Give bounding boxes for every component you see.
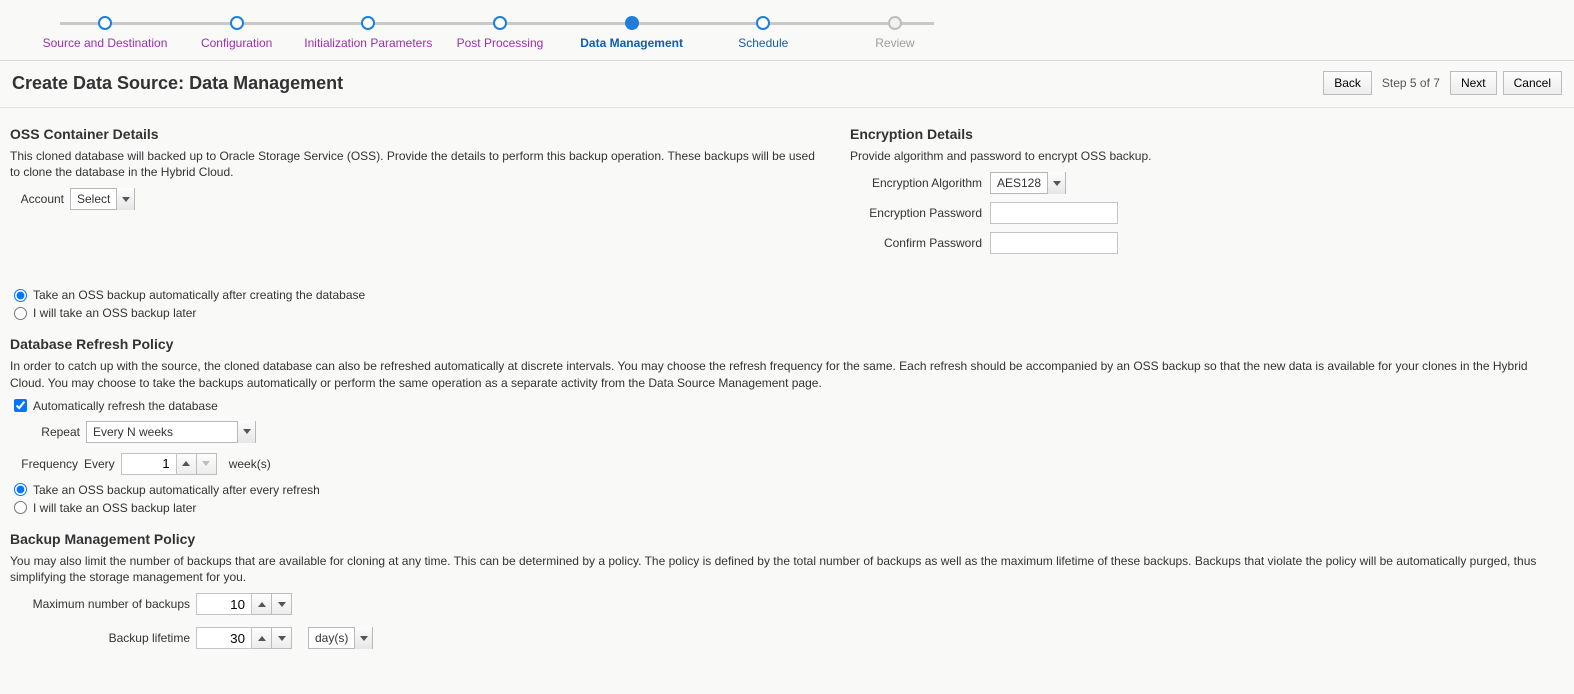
- stepper-down-icon[interactable]: [272, 627, 292, 649]
- radio-label: Take an OSS backup automatically after e…: [33, 483, 320, 497]
- refresh-backup-auto-radio[interactable]: Take an OSS backup automatically after e…: [10, 483, 1564, 497]
- repeat-select[interactable]: Every N weeks: [86, 421, 256, 443]
- wizard-dot-icon: [493, 16, 507, 30]
- max-backups-stepper[interactable]: [196, 593, 292, 615]
- wizard-bar: Source and Destination Configuration Ini…: [0, 0, 1574, 61]
- lifetime-unit-select[interactable]: day(s): [308, 627, 373, 649]
- wizard-step-configuration[interactable]: Configuration: [172, 8, 302, 50]
- wizard-step-review[interactable]: Review: [830, 8, 960, 50]
- enc-password-field[interactable]: [990, 202, 1118, 224]
- max-backups-row: Maximum number of backups: [10, 593, 1564, 615]
- lifetime-input[interactable]: [196, 627, 252, 649]
- repeat-value: Every N weeks: [87, 425, 179, 439]
- next-button[interactable]: Next: [1450, 71, 1497, 95]
- page-header: Create Data Source: Data Management Back…: [0, 61, 1574, 108]
- enc-title: Encryption Details: [850, 126, 1564, 142]
- wizard-dot-icon: [98, 16, 112, 30]
- stepper-up-icon[interactable]: [252, 627, 272, 649]
- lifetime-unit-value: day(s): [309, 631, 354, 645]
- step-indicator: Step 5 of 7: [1382, 76, 1440, 90]
- frequency-stepper[interactable]: [121, 453, 217, 475]
- checkbox-label: Automatically refresh the database: [33, 399, 218, 413]
- enc-algo-select[interactable]: AES128: [990, 172, 1066, 194]
- top-content: OSS Container Details This cloned databa…: [0, 108, 1574, 324]
- wizard-dot-icon: [361, 16, 375, 30]
- radio-input[interactable]: [14, 307, 27, 320]
- refresh-title: Database Refresh Policy: [10, 336, 1564, 352]
- wizard-step-init-params[interactable]: Initialization Parameters: [303, 8, 433, 50]
- wizard-steps: Source and Destination Configuration Ini…: [40, 8, 960, 50]
- header-actions: Back Step 5 of 7 Next Cancel: [1323, 71, 1562, 95]
- enc-algo-value: AES128: [991, 176, 1047, 190]
- refresh-section: Database Refresh Policy In order to catc…: [0, 324, 1574, 514]
- wizard-dot-icon: [756, 16, 770, 30]
- radio-label: I will take an OSS backup later: [33, 501, 196, 515]
- oss-backup-later-radio[interactable]: I will take an OSS backup later: [10, 306, 820, 320]
- stepper-down-icon[interactable]: [197, 453, 217, 475]
- backup-policy-title: Backup Management Policy: [10, 531, 1564, 547]
- enc-algo-label: Encryption Algorithm: [850, 176, 990, 190]
- radio-label: I will take an OSS backup later: [33, 306, 196, 320]
- account-select[interactable]: Select: [70, 188, 135, 210]
- wizard-step-data-management[interactable]: Data Management: [567, 8, 697, 50]
- account-label: Account: [10, 192, 64, 206]
- stepper-up-icon[interactable]: [252, 593, 272, 615]
- frequency-input[interactable]: [121, 453, 177, 475]
- back-button[interactable]: Back: [1323, 71, 1372, 95]
- wizard-dot-icon: [230, 16, 244, 30]
- account-row: Account Select: [10, 188, 820, 210]
- oss-title: OSS Container Details: [10, 126, 820, 142]
- cancel-button[interactable]: Cancel: [1503, 71, 1562, 95]
- enc-desc: Provide algorithm and password to encryp…: [850, 148, 1564, 164]
- wizard-dot-icon: [625, 16, 639, 30]
- chevron-down-icon: [237, 421, 255, 443]
- page-title: Create Data Source: Data Management: [12, 73, 1323, 94]
- frequency-prefix: Every: [84, 457, 115, 471]
- radio-input[interactable]: [14, 483, 27, 496]
- chevron-down-icon: [116, 188, 134, 210]
- wizard-dot-icon: [888, 16, 902, 30]
- max-backups-input[interactable]: [196, 593, 252, 615]
- repeat-label: Repeat: [32, 425, 80, 439]
- enc-confirm-password-field[interactable]: [990, 232, 1118, 254]
- refresh-backup-later-radio[interactable]: I will take an OSS backup later: [10, 501, 1564, 515]
- lifetime-label: Backup lifetime: [10, 631, 190, 645]
- backup-policy-section: Backup Management Policy You may also li…: [0, 519, 1574, 649]
- radio-input[interactable]: [14, 501, 27, 514]
- account-value: Select: [71, 192, 116, 206]
- lifetime-stepper[interactable]: [196, 627, 292, 649]
- radio-input[interactable]: [14, 289, 27, 302]
- enc-pwd-label: Encryption Password: [850, 206, 990, 220]
- max-backups-label: Maximum number of backups: [10, 597, 190, 611]
- backup-policy-desc: You may also limit the number of backups…: [10, 553, 1564, 585]
- repeat-row: Repeat Every N weeks: [32, 421, 1564, 443]
- wizard-step-source-destination[interactable]: Source and Destination: [40, 8, 170, 50]
- checkbox-input[interactable]: [14, 399, 27, 412]
- wizard-step-schedule[interactable]: Schedule: [698, 8, 828, 50]
- radio-label: Take an OSS backup automatically after c…: [33, 288, 365, 302]
- auto-refresh-checkbox[interactable]: Automatically refresh the database: [14, 399, 1564, 413]
- stepper-down-icon[interactable]: [272, 593, 292, 615]
- oss-section: OSS Container Details This cloned databa…: [10, 118, 820, 324]
- stepper-up-icon[interactable]: [177, 453, 197, 475]
- wizard-step-post-processing[interactable]: Post Processing: [435, 8, 565, 50]
- enc-confirm-label: Confirm Password: [850, 236, 990, 250]
- chevron-down-icon: [1047, 172, 1065, 194]
- frequency-unit: week(s): [229, 457, 271, 471]
- oss-backup-auto-radio[interactable]: Take an OSS backup automatically after c…: [10, 288, 820, 302]
- frequency-row: Frequency Every week(s): [10, 453, 1564, 475]
- refresh-desc: In order to catch up with the source, th…: [10, 358, 1564, 390]
- oss-desc: This cloned database will backed up to O…: [10, 148, 820, 180]
- frequency-label: Frequency: [10, 457, 78, 471]
- chevron-down-icon: [354, 627, 372, 649]
- encryption-section: Encryption Details Provide algorithm and…: [850, 118, 1564, 324]
- lifetime-row: Backup lifetime day(s): [10, 627, 1564, 649]
